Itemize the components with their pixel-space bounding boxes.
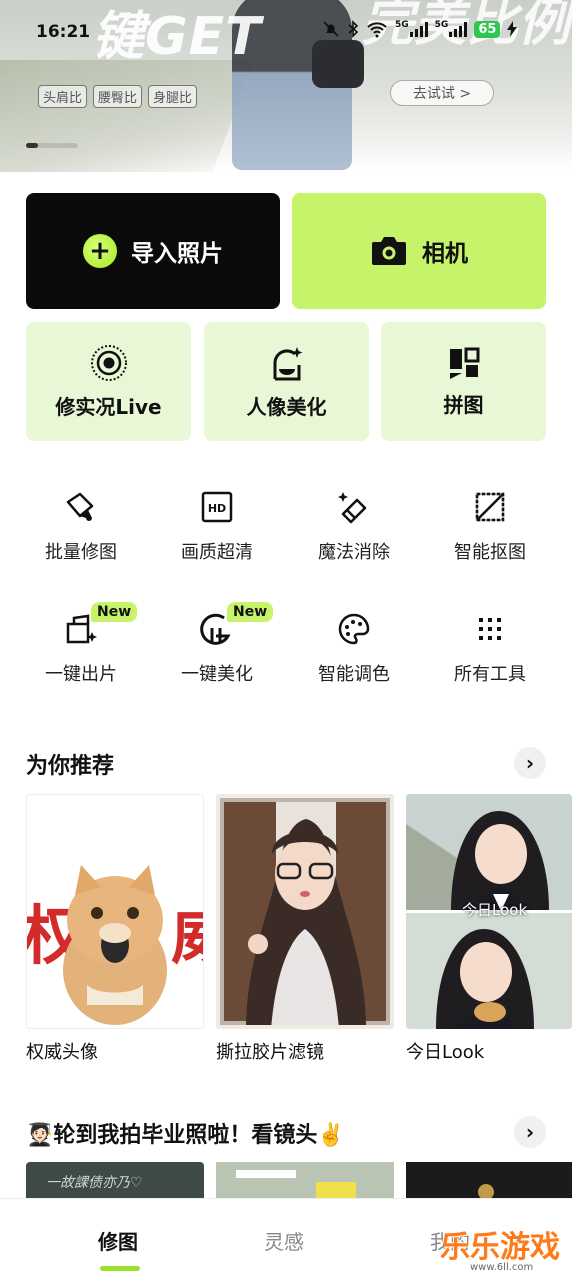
tool-color-grading[interactable]: 智能调色 xyxy=(294,610,414,686)
recommend-title: 为你推荐 xyxy=(26,754,115,779)
blackboard-text: 一故課债亦乃♡ xyxy=(46,1175,143,1191)
live-photo-icon xyxy=(90,345,127,381)
import-photo-button[interactable]: + 导入照片 xyxy=(26,193,280,309)
tool-all-tools[interactable]: 所有工具 xyxy=(430,610,550,686)
import-photo-label: 导入照片 xyxy=(131,241,223,267)
tool-label: 批量修图 xyxy=(45,542,117,563)
tab-edit[interactable]: 修图 xyxy=(98,1226,138,1255)
feature-label: 拼图 xyxy=(443,393,484,417)
tool-cutout[interactable]: 智能抠图 xyxy=(430,488,550,564)
graduation-card[interactable] xyxy=(406,1162,572,1202)
recommend-label: 权威头像 xyxy=(26,1042,98,1063)
banner-tag: 腰臀比 xyxy=(93,85,143,108)
signal-icon xyxy=(409,21,428,37)
camera-icon xyxy=(372,237,406,265)
tab-active-indicator xyxy=(100,1266,140,1271)
bluetooth-icon xyxy=(348,20,359,38)
status-bar: 16:21 5G 5G 65 xyxy=(0,0,572,60)
tool-label: 智能抠图 xyxy=(454,542,526,563)
magic-eraser-icon xyxy=(338,492,367,524)
battery-level: 65 xyxy=(474,20,501,38)
chevron-right-icon: › xyxy=(525,1120,535,1144)
film-filter-image xyxy=(216,794,394,1029)
camera-label: 相机 xyxy=(422,241,468,267)
today-look-overlay: 今日Look xyxy=(462,901,528,919)
net-label-2: 5G xyxy=(434,20,449,30)
banner-try-button[interactable]: 去试试 > xyxy=(390,80,494,106)
banner-page-indicator-active xyxy=(26,143,38,148)
recommend-label: 撕拉胶片滤镜 xyxy=(216,1042,324,1063)
graduation-card[interactable]: 一故課债亦乃♡ xyxy=(26,1162,204,1202)
svg-text:HD: HD xyxy=(208,502,226,515)
recommend-card[interactable]: 权 威 xyxy=(26,794,204,1029)
graduation-card[interactable] xyxy=(216,1162,394,1202)
tab-inspiration[interactable]: 灵感 xyxy=(264,1226,304,1255)
graduation-image xyxy=(216,1162,394,1202)
recommend-label: 今日Look xyxy=(406,1042,485,1063)
tool-magic-eraser[interactable]: 魔法消除 xyxy=(294,488,414,564)
feature-label: 修实况Live xyxy=(55,395,162,419)
collage-icon xyxy=(449,347,479,379)
cat-image xyxy=(63,865,167,1025)
banner-tag: 头肩比 xyxy=(38,85,88,108)
feature-label: 人像美化 xyxy=(246,395,327,419)
graduation-title: 🧑🏻‍🎓轮到我拍毕业照啦！看镜头✌️ xyxy=(26,1123,345,1148)
palette-icon xyxy=(338,613,370,645)
tool-hd[interactable]: HD 画质超清 xyxy=(157,488,277,564)
cutout-icon xyxy=(475,492,505,522)
status-time: 16:21 xyxy=(36,22,91,42)
tool-label: 一键出片 xyxy=(45,664,117,685)
hd-icon: HD xyxy=(201,491,233,523)
banner-tag: 身腿比 xyxy=(148,85,198,108)
app-home: 键GET 完美比例 头肩比 腰臀比 身腿比 去试试 > 16:21 5G 5G … xyxy=(0,0,572,1279)
tool-label: 一键美化 xyxy=(181,664,253,685)
feature-collage[interactable]: 拼图 xyxy=(381,322,546,441)
net-label-1: 5G xyxy=(395,20,409,30)
signal-icon xyxy=(449,21,468,37)
recommend-card[interactable]: 今日Look xyxy=(406,794,572,1029)
status-icons: 5G 5G 65 xyxy=(322,20,518,38)
grid-dots-icon xyxy=(479,618,501,640)
tool-label: 魔法消除 xyxy=(318,542,390,563)
feature-live-photo[interactable]: 修实况Live xyxy=(26,322,191,441)
feature-portrait-beauty[interactable]: 人像美化 xyxy=(204,322,369,441)
tool-one-tap-beauty[interactable]: 一键美化 New xyxy=(157,602,277,686)
recommend-card[interactable] xyxy=(216,794,394,1029)
wifi-icon xyxy=(367,22,387,38)
mute-bell-icon xyxy=(323,21,339,37)
plus-icon: + xyxy=(83,234,117,268)
graduation-more-button[interactable]: › xyxy=(514,1116,546,1148)
recommend-more-button[interactable]: › xyxy=(514,747,546,779)
tool-label: 所有工具 xyxy=(454,664,526,685)
tool-one-tap-output[interactable]: 一键出片 New xyxy=(21,602,141,686)
camera-button[interactable]: 相机 xyxy=(292,193,546,309)
tool-label: 智能调色 xyxy=(318,664,390,685)
banner-tags: 头肩比 腰臀比 身腿比 xyxy=(38,85,198,108)
watermark-logo: 乐乐游戏 xyxy=(440,1230,560,1265)
tool-batch-edit[interactable]: 批量修图 xyxy=(21,488,141,564)
banner-road-bg xyxy=(0,60,254,172)
batch-edit-icon xyxy=(66,492,94,521)
graduation-image xyxy=(406,1162,572,1202)
new-badge: New xyxy=(91,602,138,622)
charging-icon xyxy=(507,21,518,37)
portrait-beauty-icon xyxy=(272,347,302,381)
new-badge: New xyxy=(227,602,274,622)
chevron-right-icon: › xyxy=(525,751,535,775)
banner-page-indicator xyxy=(26,143,78,148)
tool-label: 画质超清 xyxy=(181,542,253,563)
watermark-url: www.6ll.com xyxy=(470,1262,534,1273)
